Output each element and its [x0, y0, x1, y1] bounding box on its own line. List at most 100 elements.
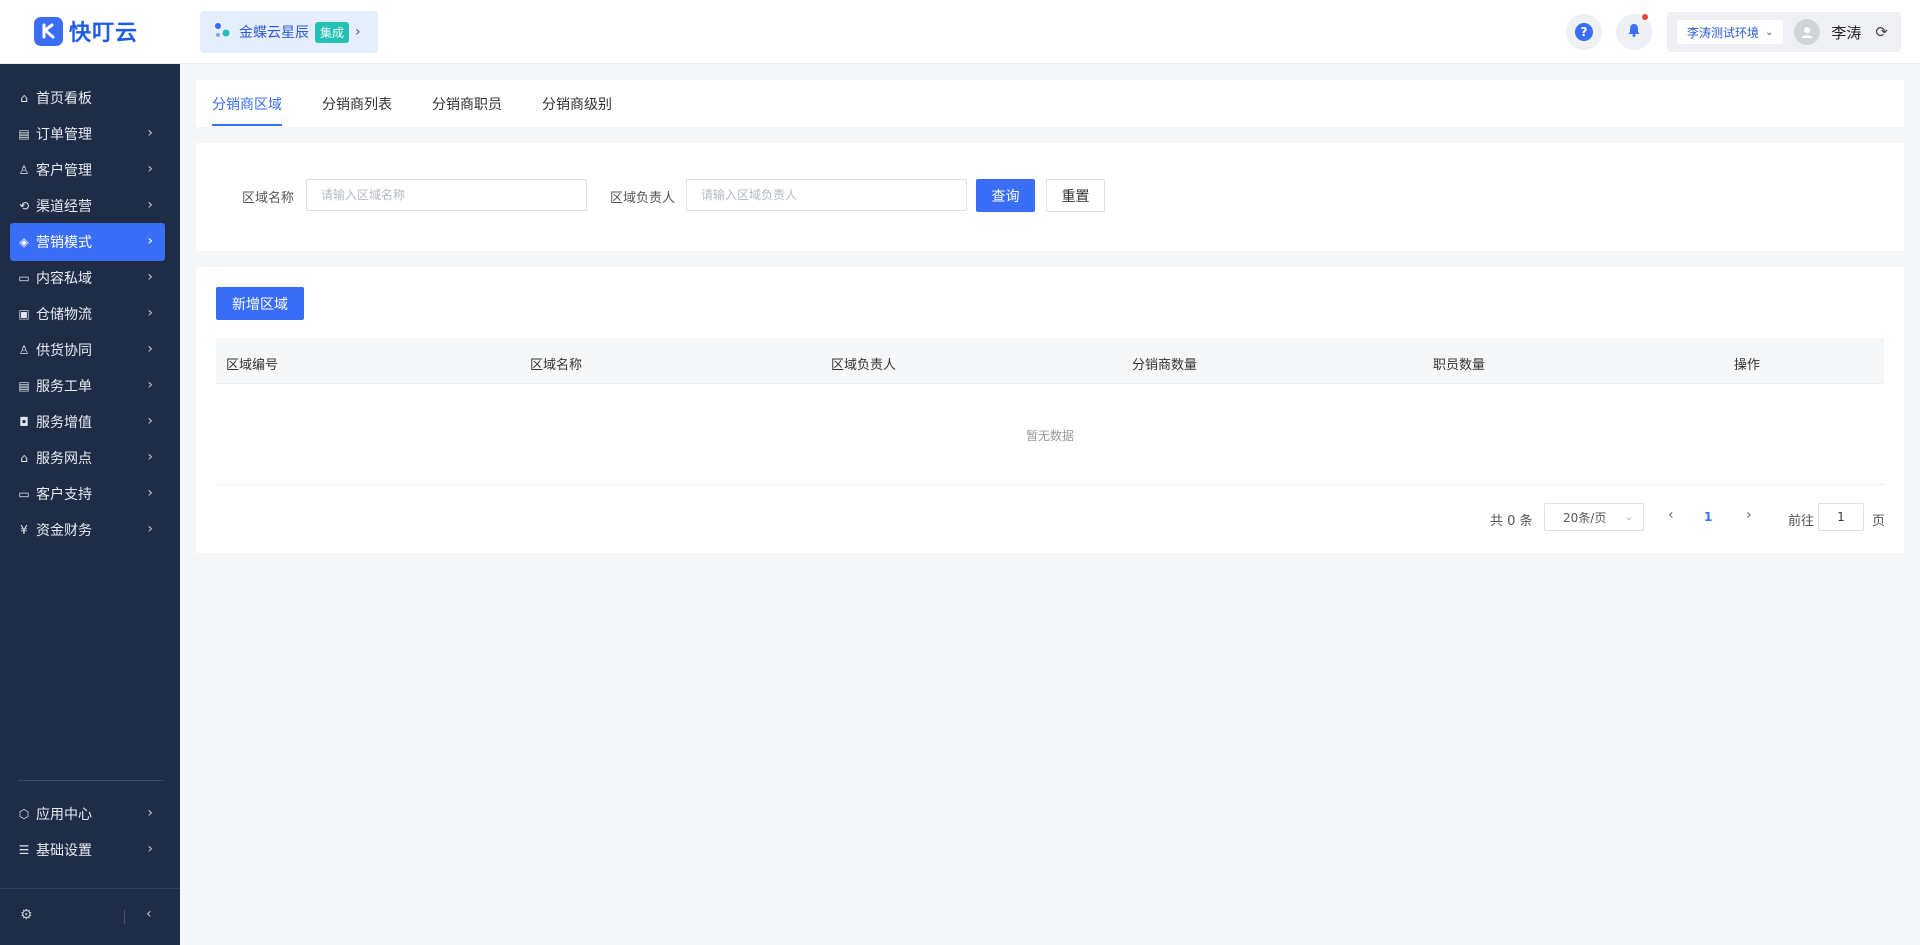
- bell-icon: [1626, 22, 1642, 42]
- sidebar-item-label: 仓储物流: [36, 307, 92, 323]
- home-icon: ⌂: [20, 91, 28, 105]
- avatar[interactable]: [1794, 19, 1821, 45]
- chevron-right-icon: ›: [147, 485, 153, 501]
- notification-dot: [1642, 14, 1648, 20]
- notification-button[interactable]: [1616, 14, 1652, 50]
- sidebar-item-marketing[interactable]: ◈ 营销模式 ›: [10, 223, 165, 261]
- region-table-panel: 新增区域 区域编号 区域名称 区域负责人 分销商数量 职员数量 操作 暂无数据 …: [196, 267, 1904, 553]
- page-unit-label: 页: [1872, 514, 1886, 529]
- ticket-icon: ▤: [18, 379, 30, 393]
- sidebar-item-label: 客户支持: [36, 487, 92, 503]
- chevron-down-icon: ⌄: [1624, 511, 1633, 523]
- yuan-icon: ¥: [20, 523, 28, 537]
- sidebar-item-basic-settings[interactable]: ☰ 基础设置 ›: [10, 831, 165, 869]
- chevron-right-icon: ›: [147, 449, 153, 465]
- sidebar-item-finance[interactable]: ¥ 资金财务 ›: [10, 511, 165, 549]
- filter-panel: 区域名称 区域负责人 查询 重置: [196, 143, 1904, 251]
- column-header: 区域名称: [530, 358, 583, 373]
- region-name-input[interactable]: [306, 179, 587, 211]
- tab-distributor-region[interactable]: 分销商区域: [212, 94, 282, 114]
- chevron-right-icon: ›: [147, 377, 153, 393]
- sidebar-item-app-center[interactable]: ⬡ 应用中心 ›: [10, 795, 165, 833]
- bag-icon: ◘: [19, 415, 29, 429]
- sidebar-item-label: 营销模式: [36, 235, 92, 251]
- column-header: 职员数量: [1433, 358, 1486, 373]
- prev-page-icon[interactable]: ‹: [1668, 507, 1674, 523]
- help-button[interactable]: ?: [1566, 14, 1602, 50]
- column-header: 分销商数量: [1132, 358, 1198, 373]
- chevron-right-icon: ›: [147, 233, 153, 249]
- logo-text: 快叮云: [69, 21, 139, 46]
- sidebar-item-customers[interactable]: ♙ 客户管理 ›: [10, 151, 165, 189]
- tag-icon: ◈: [19, 235, 29, 249]
- tabs-bar: 分销商区域 分销商列表 分销商职员 分销商级别: [196, 80, 1904, 127]
- gear-icon[interactable]: ⚙: [20, 907, 33, 923]
- collapse-sidebar-icon[interactable]: ‹: [146, 906, 152, 922]
- sidebar-item-service-tickets[interactable]: ▤ 服务工单 ›: [10, 367, 165, 405]
- store-icon: ⌂: [20, 451, 28, 465]
- sidebar-item-support[interactable]: ▭ 客户支持 ›: [10, 475, 165, 513]
- sidebar-item-content[interactable]: ▭ 内容私域 ›: [10, 259, 165, 297]
- active-tab-indicator: [212, 124, 282, 126]
- sidebar-item-label: 服务工单: [36, 379, 92, 395]
- sidebar-item-label: 服务网点: [36, 451, 92, 467]
- goto-page-input[interactable]: [1818, 503, 1864, 531]
- image-icon: ▭: [18, 271, 30, 285]
- current-page[interactable]: 1: [1704, 510, 1712, 524]
- sidebar-item-label: 渠道经营: [36, 199, 92, 215]
- sidebar-item-label: 应用中心: [36, 807, 92, 823]
- env-label: 李涛测试环境: [1687, 25, 1760, 40]
- supply-icon: ♙: [18, 343, 30, 357]
- table-header: 区域编号 区域名称 区域负责人 分销商数量 职员数量 操作: [216, 338, 1884, 384]
- column-header: 区域编号: [226, 358, 279, 373]
- username: 李涛: [1831, 23, 1862, 42]
- env-select[interactable]: 李涛测试环境 ⌄: [1677, 20, 1784, 44]
- reset-button[interactable]: 重置: [1046, 179, 1105, 212]
- tab-distributor-level[interactable]: 分销商级别: [542, 94, 612, 114]
- sidebar-item-label: 资金财务: [36, 523, 92, 539]
- sidebar-item-warehouse[interactable]: ▣ 仓储物流 ›: [10, 295, 165, 333]
- sidebar-item-service-outlets[interactable]: ⌂ 服务网点 ›: [10, 439, 165, 477]
- user-panel: 李涛测试环境 ⌄ 李涛 ⟳: [1667, 12, 1901, 52]
- sidebar-item-channels[interactable]: ⟲ 渠道经营 ›: [10, 187, 165, 225]
- empty-state: 暂无数据: [1025, 429, 1074, 443]
- next-page-icon[interactable]: ›: [1746, 507, 1752, 523]
- sidebar-divider: [18, 780, 163, 781]
- chevron-right-icon: ›: [147, 841, 153, 857]
- cube-icon: ⬡: [18, 807, 30, 821]
- sidebar-item-label: 内容私域: [36, 271, 92, 287]
- region-name-label: 区域名称: [242, 191, 295, 206]
- chevron-right-icon: ›: [147, 805, 153, 821]
- integration-switch[interactable]: 金蝶云星辰 集成 ›: [200, 11, 378, 53]
- support-icon: ▭: [18, 487, 30, 501]
- sidebar-item-value-added[interactable]: ◘ 服务增值 ›: [10, 403, 165, 441]
- sidebar-item-home[interactable]: ⌂ 首页看板: [10, 79, 165, 117]
- region-owner-input[interactable]: [686, 179, 967, 211]
- chevron-right-icon: ›: [355, 24, 361, 40]
- sidebar-item-label: 首页看板: [36, 91, 92, 107]
- help-icon: ?: [1575, 23, 1593, 41]
- tab-distributor-list[interactable]: 分销商列表: [322, 94, 392, 114]
- add-region-button[interactable]: 新增区域: [216, 287, 304, 320]
- molecule-icon: [213, 21, 231, 43]
- chevron-right-icon: ›: [147, 341, 153, 357]
- logo[interactable]: 快叮云: [34, 16, 138, 46]
- sidebar-item-supply[interactable]: ♙ 供货协同 ›: [10, 331, 165, 369]
- page-size-select[interactable]: 20条/页 ⌄: [1544, 503, 1644, 531]
- person-icon: [1801, 27, 1813, 38]
- chevron-right-icon: ›: [147, 269, 153, 285]
- order-icon: ▤: [18, 127, 30, 141]
- search-button[interactable]: 查询: [976, 179, 1035, 212]
- sidebar-item-label: 供货协同: [36, 343, 92, 359]
- goto-label: 前往: [1788, 514, 1815, 529]
- settings-list-icon: ☰: [18, 843, 30, 857]
- sidebar-item-orders[interactable]: ▤ 订单管理 ›: [10, 115, 165, 153]
- sidebar: ⌂ 首页看板 ▤ 订单管理 › ♙ 客户管理 › ⟲ 渠道经营 › ◈ 营销模式…: [0, 64, 180, 945]
- refresh-icon[interactable]: ⟳: [1875, 23, 1888, 41]
- tab-distributor-staff[interactable]: 分销商职员: [432, 94, 502, 114]
- warehouse-icon: ▣: [18, 307, 30, 321]
- page-size-value: 20条/页: [1563, 510, 1607, 525]
- chevron-right-icon: ›: [147, 197, 153, 213]
- sidebar-footer-divider: [0, 888, 180, 889]
- region-owner-label: 区域负责人: [610, 191, 676, 206]
